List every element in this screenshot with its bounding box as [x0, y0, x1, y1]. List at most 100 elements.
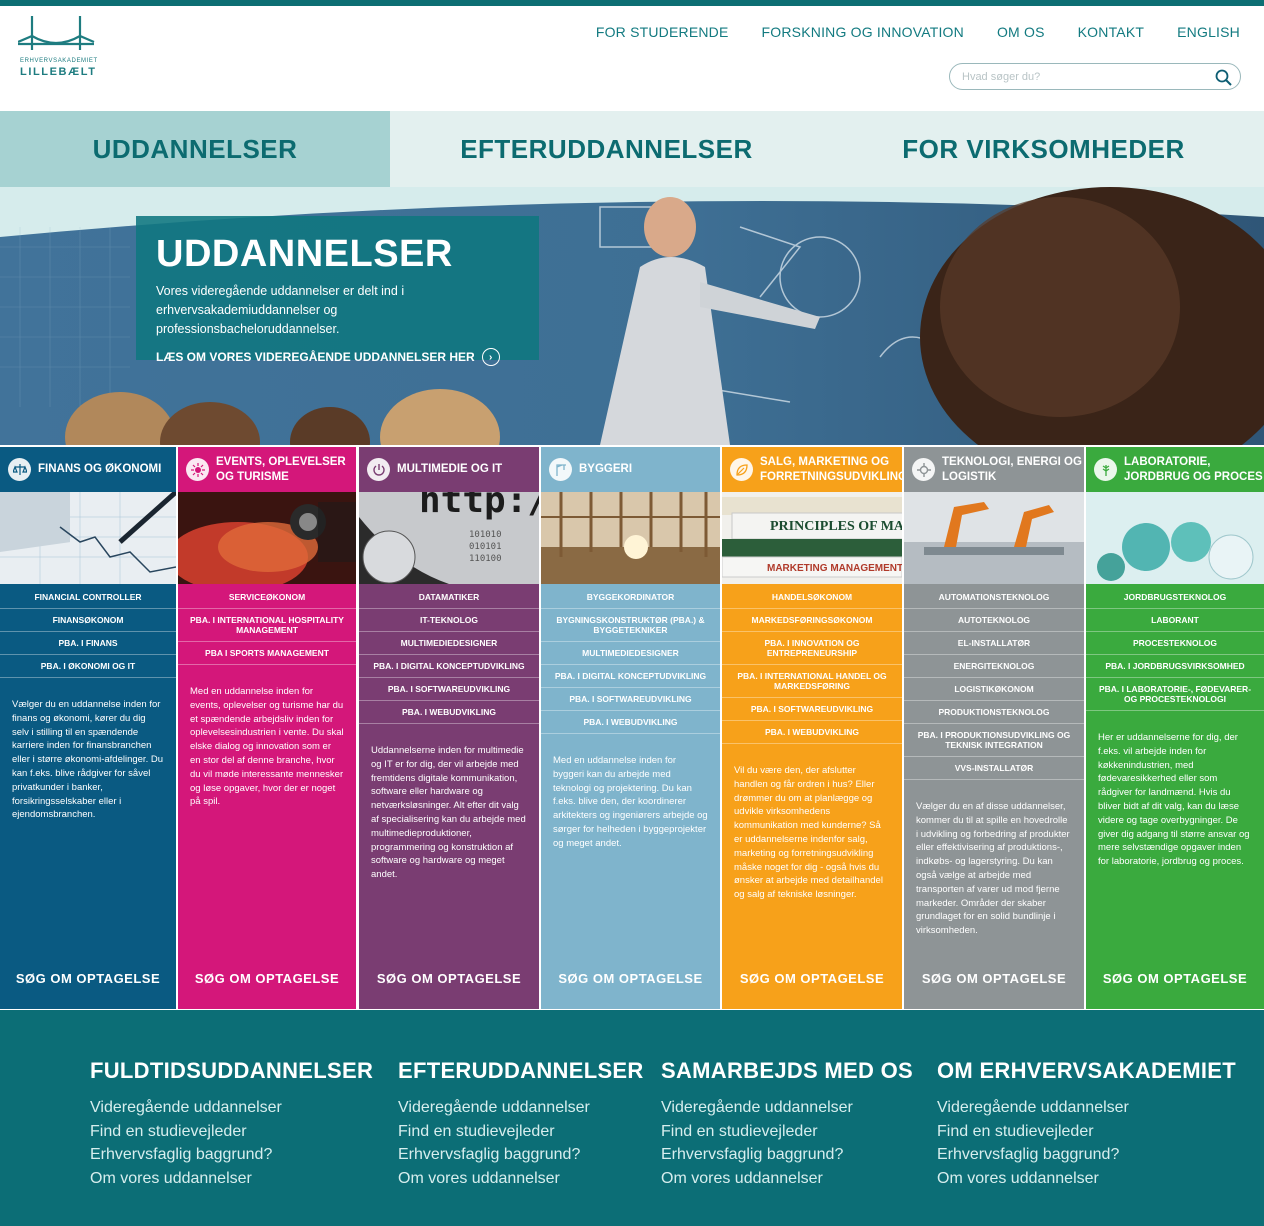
site-header: ERHVERVSAKADEMIET LILLEBÆLT FOR STUDEREN… [0, 6, 1264, 111]
program-link[interactable]: AUTOMATIONSTEKNOLOG [904, 586, 1084, 609]
program-link[interactable]: AUTOTEKNOLOG [904, 609, 1084, 632]
nav-forskning[interactable]: FORSKNING OG INNOVATION [762, 24, 964, 40]
nav-kontakt[interactable]: KONTAKT [1078, 24, 1144, 40]
search-input[interactable] [962, 69, 1202, 85]
program-link[interactable]: MULTIMEDIEDESIGNER [541, 642, 720, 665]
footer-link[interactable]: Videregående uddannelser [661, 1096, 913, 1120]
site-logo[interactable]: ERHVERVSAKADEMIET LILLEBÆLT [17, 16, 98, 86]
footer-heading: SAMARBEJDS MED OS [661, 1058, 914, 1083]
column-description: Vil du være den, der afslutter handlen o… [734, 765, 883, 901]
program-link[interactable]: PBA. I DIGITAL KONCEPTUDVIKLING [541, 665, 720, 688]
program-link[interactable]: PBA. I JORDBRUGSVIRKSOMHED [1086, 655, 1264, 678]
arrow-right-icon: › [481, 348, 500, 366]
hero-banner: UDDANNELSER Vores videregående uddannels… [0, 187, 1264, 445]
footer-link[interactable]: Erhvervsfaglig baggrund? [937, 1143, 1236, 1167]
program-link[interactable]: PBA. I ØKONOMI OG IT [0, 655, 176, 678]
nav-english[interactable]: ENGLISH [1177, 24, 1240, 40]
column-header[interactable]: TEKNOLOGI, ENERGI OG LOGISTIK [904, 447, 1084, 584]
program-link[interactable]: PBA. I PRODUKTIONSUDVIKLING OG TEKNISK I… [904, 724, 1084, 757]
program-link[interactable]: JORDBRUGSTEKNOLOG [1086, 586, 1264, 609]
nav-for-studerende[interactable]: FOR STUDERENDE [596, 24, 729, 40]
program-link[interactable]: PBA I SPORTS MANAGEMENT [178, 642, 356, 665]
program-link[interactable]: EL-INSTALLATØR [904, 632, 1084, 655]
search-icon[interactable] [1215, 69, 1232, 86]
apply-button[interactable]: SØG OM OPTAGELSE [1086, 971, 1264, 987]
footer-link[interactable]: Videregående uddannelser [90, 1096, 373, 1120]
column-header[interactable]: LABORATORIE, JORDBRUG OG PROCES [1086, 447, 1264, 584]
program-link[interactable]: PBA. I SOFTWAREUDVIKLING [359, 678, 539, 701]
footer-link[interactable]: Find en studievejleder [398, 1120, 644, 1144]
column-header[interactable]: BYGGERI [541, 447, 720, 584]
footer-link[interactable]: Videregående uddannelser [937, 1096, 1236, 1120]
nav-om-os[interactable]: OM OS [997, 24, 1045, 40]
apply-button[interactable]: SØG OM OPTAGELSE [178, 971, 356, 987]
program-link[interactable]: ENERGITEKNOLOG [904, 655, 1084, 678]
hero-description: Vores videregående uddannelser er delt i… [156, 284, 405, 336]
column-title: SALG, MARKETING OG FORRETNINGSUDVIKLING [760, 455, 902, 483]
footer-link[interactable]: Om vores uddannelser [398, 1167, 644, 1191]
footer-link[interactable]: Videregående uddannelser [398, 1096, 644, 1120]
footer-link[interactable]: Find en studievejleder [90, 1120, 373, 1144]
column-title: BYGGERI [579, 463, 633, 475]
column-title-bar: TEKNOLOGI, ENERGI OG LOGISTIK [904, 447, 1084, 492]
column-header[interactable]: http:// 101010010101110100 MULTIMEDIE OG… [359, 447, 539, 584]
hero-read-more-link[interactable]: LÆS OM VORES VIDEREGÅENDE UDDANNELSER HE… [156, 348, 519, 366]
program-link[interactable]: MARKEDSFØRINGSØKONOM [722, 609, 902, 632]
column-description: Uddannelserne inden for multimedie og IT… [371, 745, 526, 881]
program-link[interactable]: PROCESTEKNOLOG [1086, 632, 1264, 655]
footer-link[interactable]: Erhvervsfaglig baggrund? [90, 1143, 373, 1167]
search-box [949, 63, 1241, 90]
program-link[interactable]: PBA. I INTERNATIONAL HANDEL OG MARKEDSFØ… [722, 665, 902, 698]
apply-button[interactable]: SØG OM OPTAGELSE [904, 971, 1084, 987]
program-link[interactable]: VVS-INSTALLATØR [904, 757, 1084, 780]
program-link[interactable]: DATAMATIKER [359, 586, 539, 609]
footer-column-fuldtid: FULDTIDSUDDANNELSER Videregående uddanne… [90, 1058, 373, 1191]
program-link[interactable]: BYGNINGSKONSTRUKTØR (PBA.) & BYGGETEKNIK… [541, 609, 720, 642]
tab-for-virksomheder[interactable]: FOR VIRKSOMHEDER [823, 111, 1264, 187]
program-link[interactable]: PBA. I FINANS [0, 632, 176, 655]
program-link[interactable]: PBA. I LABORATORIE-, FØDEVARER- OG PROCE… [1086, 678, 1264, 711]
program-link[interactable]: LOGISTIKØKONOM [904, 678, 1084, 701]
column-header[interactable]: FINANS OG ØKONOMI [0, 447, 176, 584]
program-link[interactable]: PBA. I SOFTWAREUDVIKLING [541, 688, 720, 711]
apply-button[interactable]: SØG OM OPTAGELSE [0, 971, 176, 987]
column-description: Vælger du en af disse uddannelser, komme… [916, 801, 1070, 937]
column-header[interactable]: EVENTS, OPLEVELSER OG TURISME [178, 447, 356, 584]
program-link[interactable]: FINANCIAL CONTROLLER [0, 586, 176, 609]
program-link[interactable]: IT-TEKNOLOG [359, 609, 539, 632]
footer-link[interactable]: Om vores uddannelser [90, 1167, 373, 1191]
tab-uddannelser[interactable]: UDDANNELSER [0, 111, 390, 187]
program-link[interactable]: PRODUKTIONSTEKNOLOG [904, 701, 1084, 724]
program-list: SERVICEØKONOM PBA. I INTERNATIONAL HOSPI… [178, 584, 356, 665]
footer-link[interactable]: Om vores uddannelser [937, 1167, 1236, 1191]
footer-link[interactable]: Erhvervsfaglig baggrund? [661, 1143, 913, 1167]
program-link[interactable]: SERVICEØKONOM [178, 586, 356, 609]
column-header[interactable]: PRINCIPLES OF MARKETI MARKETING MANAGEME… [722, 447, 902, 584]
tab-efteruddannelser[interactable]: EFTERUDDANNELSER [390, 111, 823, 187]
program-link[interactable]: PBA. I INTERNATIONAL HOSPITALITY MANAGEM… [178, 609, 356, 642]
column-title-bar: BYGGERI [541, 447, 720, 492]
program-link[interactable]: PBA. I WEBUDVIKLING [359, 701, 539, 724]
hero-info-box: UDDANNELSER Vores videregående uddannels… [136, 216, 539, 366]
program-link[interactable]: PBA. I WEBUDVIKLING [722, 721, 902, 744]
footer-link[interactable]: Erhvervsfaglig baggrund? [398, 1143, 644, 1167]
program-link[interactable]: BYGGEKORDINATOR [541, 586, 720, 609]
program-link[interactable]: PBA. I INNOVATION OG ENTREPRENEURSHIP [722, 632, 902, 665]
apply-button[interactable]: SØG OM OPTAGELSE [722, 971, 902, 987]
footer-link[interactable]: Find en studievejleder [661, 1120, 913, 1144]
column-title: TEKNOLOGI, ENERGI OG LOGISTIK [942, 455, 1082, 483]
apply-button[interactable]: SØG OM OPTAGELSE [541, 971, 720, 987]
program-link[interactable]: LABORANT [1086, 609, 1264, 632]
program-link[interactable]: FINANSØKONOM [0, 609, 176, 632]
program-link[interactable]: PBA. I WEBUDVIKLING [541, 711, 720, 734]
column-title: EVENTS, OPLEVELSER OG TURISME [216, 455, 346, 483]
footer-link[interactable]: Find en studievejleder [937, 1120, 1236, 1144]
apply-button[interactable]: SØG OM OPTAGELSE [359, 971, 539, 987]
column-description: Vælger du en uddannelse inden for finans… [12, 699, 163, 821]
program-link[interactable]: PBA. I DIGITAL KONCEPTUDVIKLING [359, 655, 539, 678]
program-link[interactable]: PBA. I SOFTWAREUDVIKLING [722, 698, 902, 721]
program-link[interactable]: MULTIMEDIEDESIGNER [359, 632, 539, 655]
footer-heading: OM ERHVERVSAKADEMIET [937, 1058, 1236, 1083]
footer-link[interactable]: Om vores uddannelser [661, 1167, 913, 1191]
program-link[interactable]: HANDELSØKONOM [722, 586, 902, 609]
